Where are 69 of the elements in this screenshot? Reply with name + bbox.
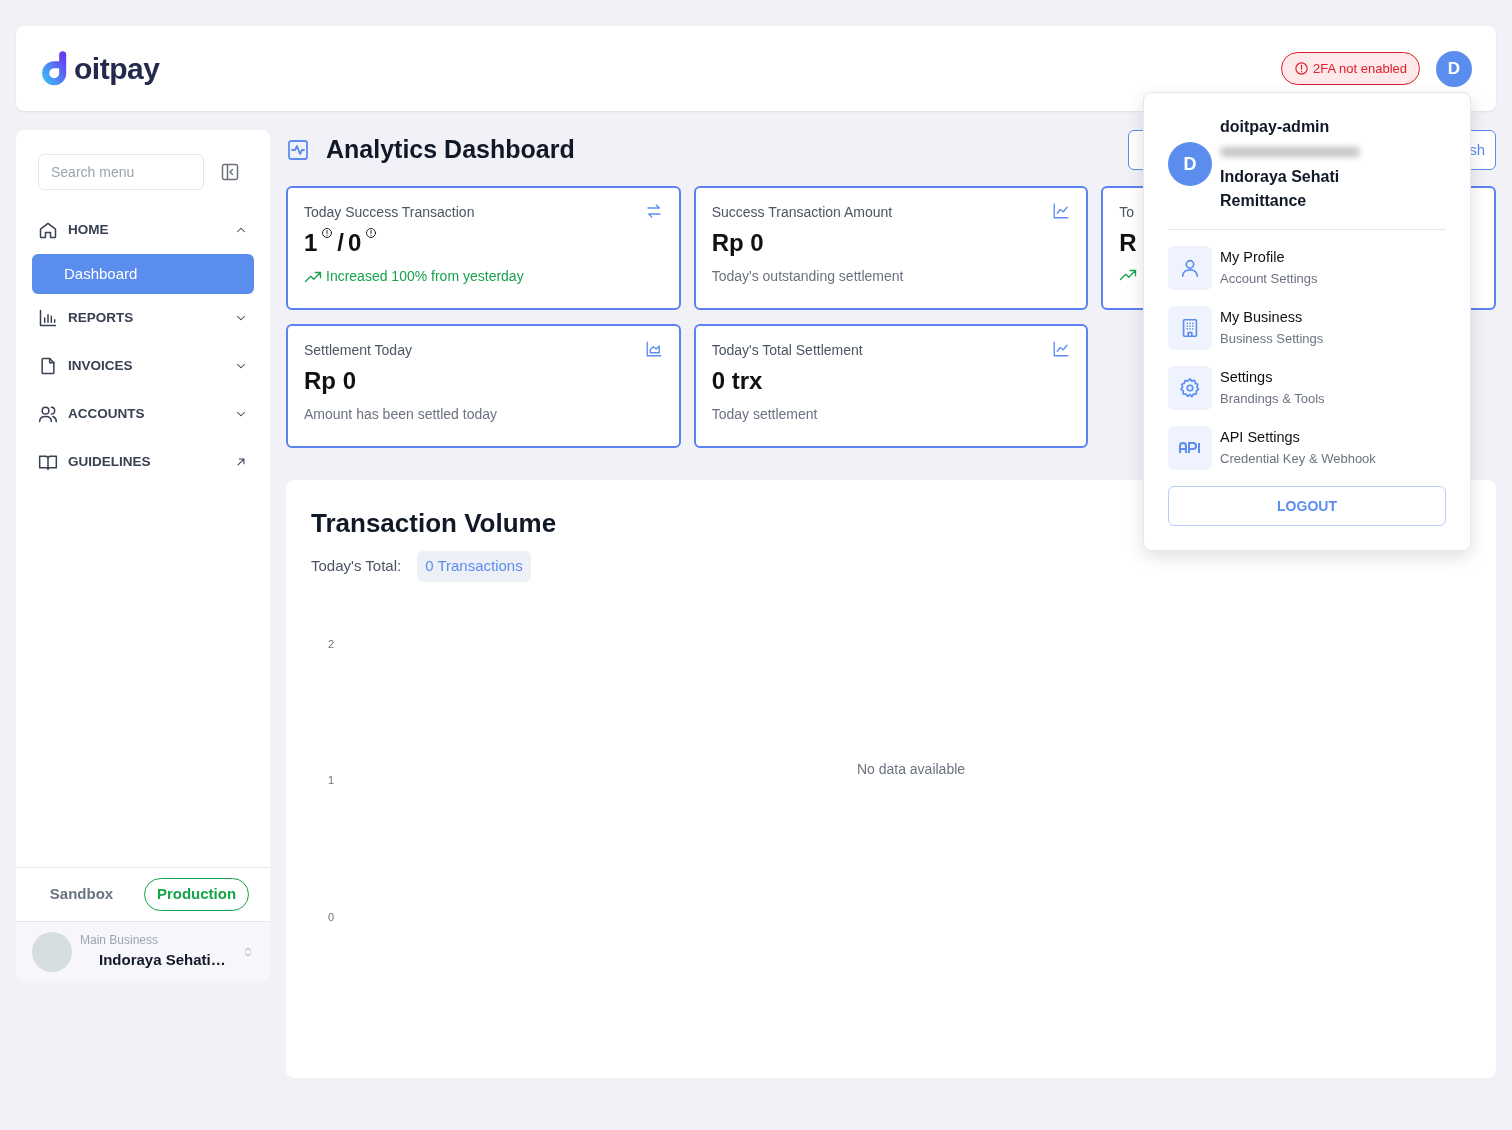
stat-note: Amount has been settled today — [304, 405, 499, 425]
user-name: doitpay-admin — [1220, 117, 1331, 137]
business-photo-placeholder — [32, 931, 72, 972]
alert-icon — [1294, 61, 1309, 76]
line-chart-icon — [1052, 340, 1071, 358]
api-icon — [1168, 426, 1212, 470]
stat-title: Success Transaction Amount — [711, 203, 893, 222]
user-avatar: D — [1168, 142, 1212, 186]
stat-value: 0 trx — [711, 366, 763, 396]
user-business: Indoraya Sehati Remittance — [1220, 167, 1341, 211]
info-icon — [321, 227, 334, 239]
sidebar-item[interactable]: ACCOUNTS — [16, 390, 270, 438]
sidebar-item[interactable]: GUIDELINES — [16, 438, 270, 486]
search-field[interactable]: Search menu — [38, 154, 204, 190]
menu-item-subtitle: Brandings & Tools — [1220, 390, 1325, 409]
menu-item-title: My Business — [1220, 308, 1304, 328]
stat-title: To — [1119, 203, 1135, 222]
chart-title: Transaction Volume — [311, 507, 557, 540]
environment-toggle[interactable]: Sandbox — [36, 878, 127, 911]
settings-icon — [1179, 377, 1201, 399]
menu-item[interactable]: My Business Business Settings — [1168, 306, 1446, 350]
stat-title: Today's Total Settlement — [711, 341, 863, 360]
stat-value-separator: / — [337, 228, 345, 258]
empty-chart-message: No data available — [856, 760, 966, 780]
stat-value: Rp 0 — [711, 228, 764, 258]
info-icon — [365, 227, 378, 239]
menu-item-title: My Profile — [1220, 248, 1286, 268]
y-axis-tick: 2 — [326, 636, 336, 652]
two-factor-warning-badge: 2FA not enabled — [1281, 51, 1420, 86]
area-chart-icon — [644, 340, 663, 358]
person-icon — [1179, 257, 1201, 279]
menu-item-subtitle: Business Settings — [1220, 330, 1324, 349]
sidebar-item[interactable]: HOME — [16, 206, 270, 254]
menu-item[interactable]: Settings Brandings & Tools — [1168, 366, 1446, 410]
menu-item-subtitle: Account Settings — [1220, 270, 1318, 289]
stat-value: 1 — [304, 228, 318, 258]
logo-text: oitpay — [74, 51, 160, 87]
book-icon — [38, 452, 58, 472]
swap-arrows-icon — [644, 202, 663, 220]
y-axis-tick: 0 — [326, 910, 336, 925]
menu-item-subtitle: Credential Key & Webhook — [1220, 450, 1376, 469]
business-name: Indoraya Sehati… — [98, 950, 227, 971]
menu-item[interactable]: My Profile Account Settings — [1168, 246, 1446, 290]
business-switcher[interactable]: Main Business Indoraya Sehati… — [16, 921, 270, 981]
total-label: Today's Total: — [311, 556, 402, 576]
menu-item-title: API Settings — [1220, 428, 1301, 448]
document-icon — [38, 356, 58, 376]
stat-note: Today settlement — [711, 405, 819, 425]
page-title: Analytics Dashboard — [326, 134, 575, 166]
collapse-sidebar-icon[interactable] — [220, 162, 240, 182]
sidebar-item[interactable]: INVOICES — [16, 342, 270, 390]
y-axis-tick: 1 — [326, 773, 336, 789]
users-icon — [38, 404, 58, 424]
home-icon — [38, 220, 58, 240]
sidebar-item[interactable]: REPORTS — [16, 294, 270, 342]
stat-value: R — [1119, 228, 1137, 258]
stat-title: Settlement Today — [304, 341, 412, 360]
line-chart-icon — [1052, 202, 1071, 220]
stat-note: Today's outstanding settlement — [711, 267, 905, 287]
stat-note: Increased 100% from yesterday — [326, 267, 524, 287]
stat-title: Today Success Transaction — [304, 203, 475, 222]
activity-icon — [286, 138, 310, 162]
business-caption: Main Business — [80, 932, 160, 950]
stat-value: 0 — [348, 228, 362, 258]
menu-item[interactable]: API Settings Credential Key & Webhook — [1168, 426, 1446, 470]
bar-chart-icon — [38, 308, 58, 328]
total-value: 0 Transactions — [417, 551, 531, 582]
menu-item-title: Settings — [1220, 368, 1274, 388]
stat-value: Rp 0 — [304, 366, 356, 396]
